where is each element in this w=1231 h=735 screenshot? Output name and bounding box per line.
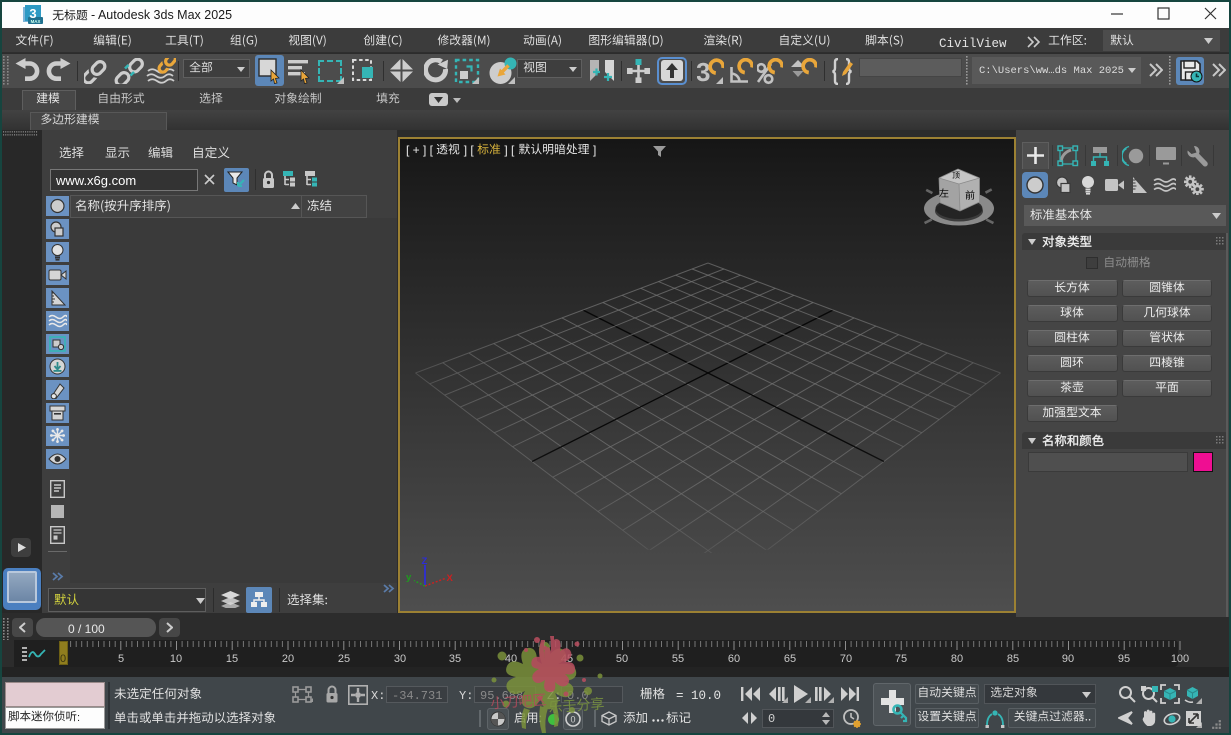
svg-text:65: 65 — [784, 653, 796, 665]
svg-text:15: 15 — [226, 653, 238, 665]
svg-text:80: 80 — [951, 653, 963, 665]
svg-text:35: 35 — [449, 653, 461, 665]
svg-text:75: 75 — [895, 653, 907, 665]
svg-text:90: 90 — [1062, 653, 1074, 665]
svg-text:20: 20 — [282, 653, 294, 665]
svg-text:y: y — [406, 572, 412, 583]
svg-text:X: X — [447, 573, 454, 584]
svg-text:70: 70 — [840, 653, 852, 665]
svg-text:85: 85 — [1007, 653, 1019, 665]
svg-text:10: 10 — [170, 653, 182, 665]
svg-text:100: 100 — [1171, 653, 1189, 665]
svg-text:30: 30 — [394, 653, 406, 665]
svg-text:5: 5 — [118, 653, 124, 665]
svg-text:Z: Z — [422, 556, 428, 567]
svg-text:60: 60 — [728, 653, 740, 665]
svg-text:95: 95 — [1118, 653, 1130, 665]
svg-text:MAX: MAX — [31, 19, 41, 24]
svg-text:25: 25 — [338, 653, 350, 665]
svg-text:3: 3 — [697, 58, 710, 85]
